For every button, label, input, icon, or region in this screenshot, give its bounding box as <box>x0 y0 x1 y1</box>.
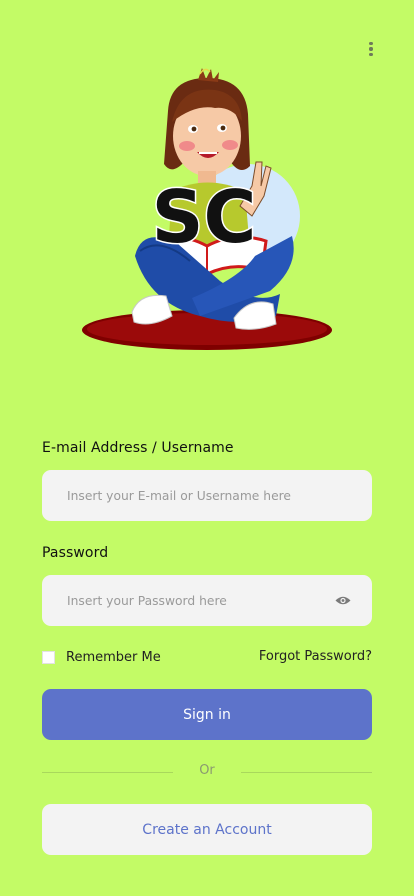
more-options-icon[interactable] <box>361 38 381 60</box>
remember-me-checkbox[interactable] <box>42 651 55 664</box>
or-text: Or <box>199 763 215 778</box>
password-field-container[interactable] <box>42 575 372 626</box>
email-input[interactable] <box>65 487 352 504</box>
logo-text: SC <box>152 175 257 259</box>
app-logo: SC <box>80 66 336 356</box>
remember-me-label: Remember Me <box>66 650 161 665</box>
show-password-icon[interactable] <box>334 594 352 608</box>
forgot-password-link[interactable]: Forgot Password? <box>259 649 372 664</box>
or-divider: Or <box>42 763 372 781</box>
email-field-container[interactable] <box>42 470 372 521</box>
sign-in-button[interactable]: Sign in <box>42 689 372 740</box>
divider-line-right <box>241 772 372 773</box>
create-account-button[interactable]: Create an Account <box>42 804 372 855</box>
email-label: E-mail Address / Username <box>42 440 234 456</box>
password-input[interactable] <box>65 592 334 609</box>
password-label: Password <box>42 545 109 561</box>
reading-girl-illustration: SC <box>82 68 332 350</box>
remember-me-toggle[interactable]: Remember Me <box>42 650 161 665</box>
